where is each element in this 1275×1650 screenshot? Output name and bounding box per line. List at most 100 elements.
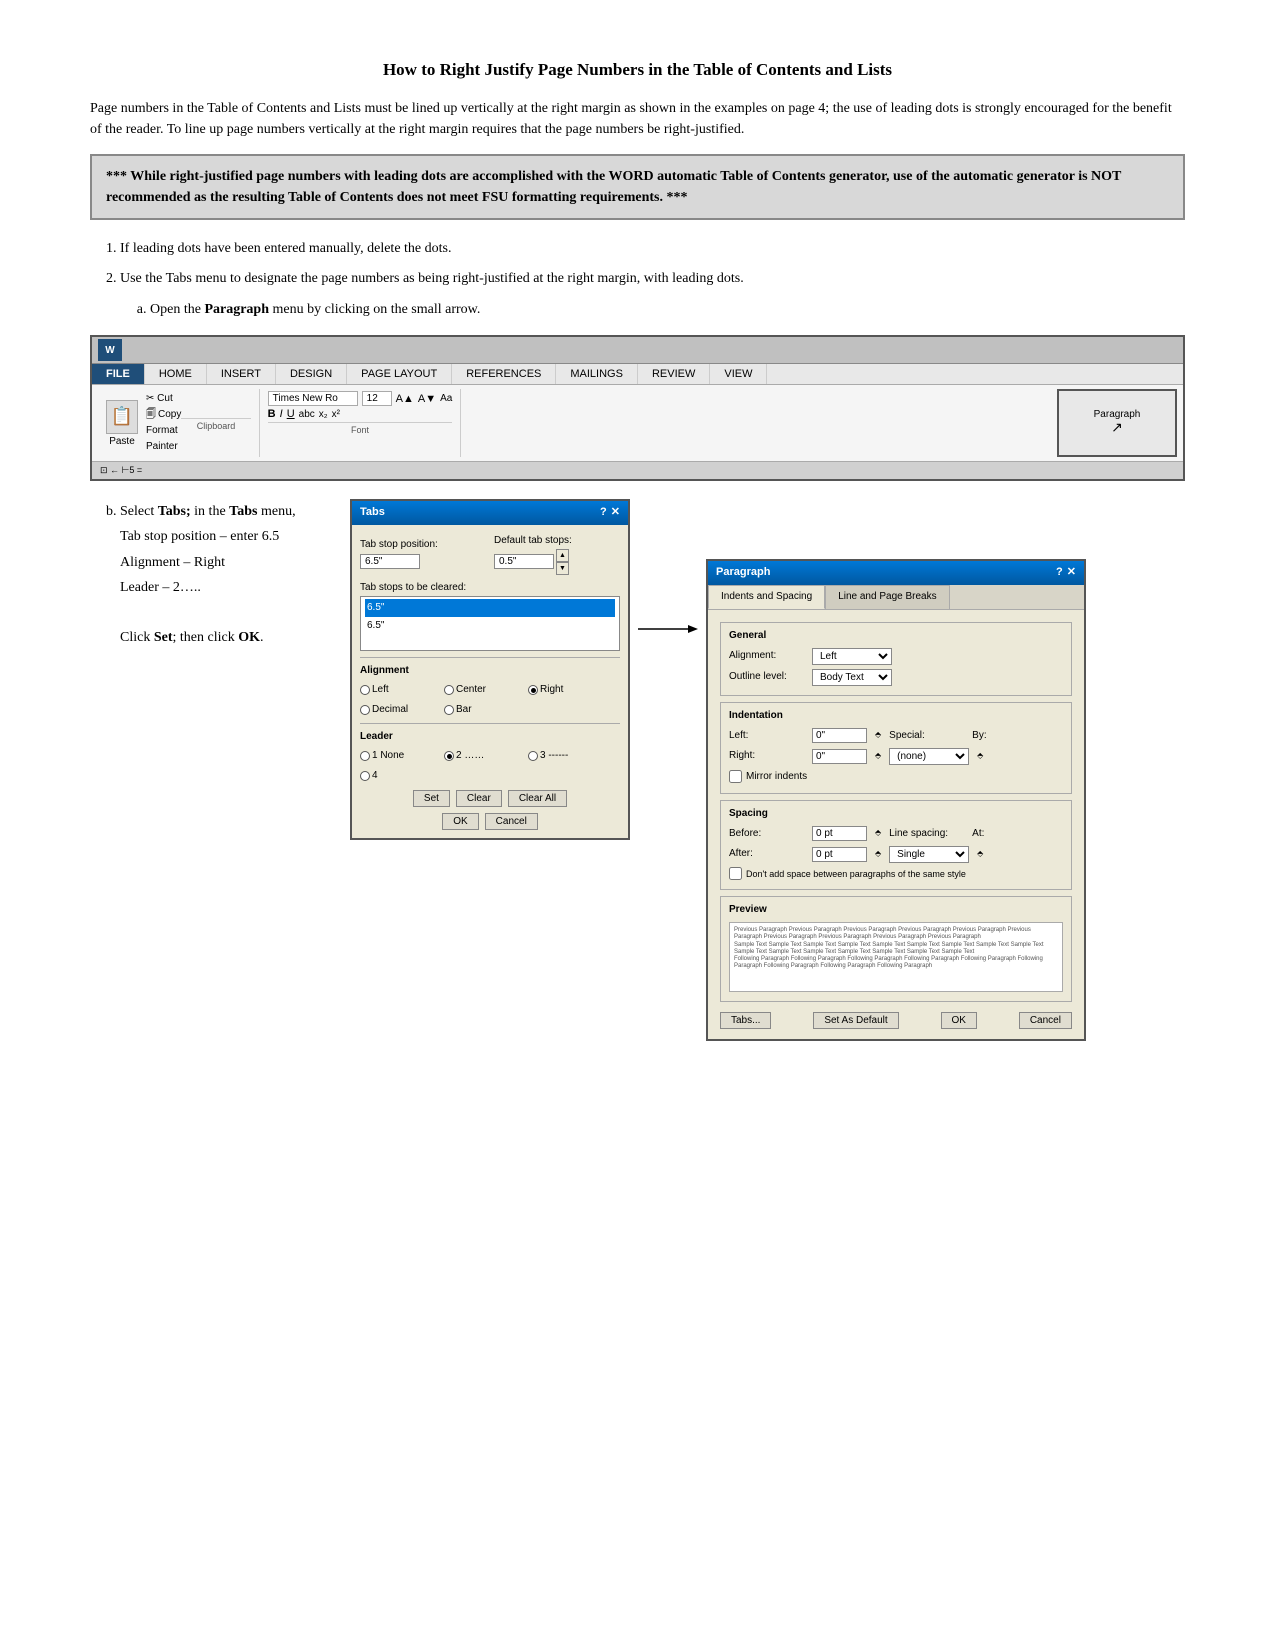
action-line: Click Set; then click OK.: [120, 630, 264, 645]
dialogs-area: Tabs ? ✕ Tab stop position:: [350, 499, 630, 840]
align-bar-radio[interactable]: Bar: [444, 702, 524, 718]
intro-paragraph: Page numbers in the Table of Contents an…: [90, 98, 1185, 140]
preview-label: Preview: [729, 902, 1063, 918]
strikethrough-button[interactable]: abc: [299, 409, 315, 420]
tabs-separator-1: [360, 657, 620, 658]
font-size-input[interactable]: 12: [362, 391, 392, 406]
default-tab-spinner: ▲ ▼: [556, 549, 569, 575]
para-cancel-button[interactable]: Cancel: [1019, 1012, 1072, 1029]
set-button[interactable]: Set: [413, 790, 450, 807]
format-painter-button[interactable]: Format Painter: [146, 423, 181, 455]
left-spinner: ⬘: [875, 729, 881, 742]
tab-design[interactable]: DESIGN: [276, 364, 347, 384]
after-spinner: ⬘: [875, 848, 881, 861]
font-name-row: Times New Ro 12 A▲ A▼ Aa: [268, 391, 453, 406]
align-right-radio[interactable]: Right: [528, 682, 608, 698]
align-left-radio-circle: [360, 685, 370, 695]
tabs-cancel-button[interactable]: Cancel: [485, 813, 538, 830]
outline-level-label: Outline level:: [729, 669, 804, 685]
ribbon-screenshot: W FILE HOME INSERT DESIGN PAGE LAYOUT RE…: [90, 335, 1185, 481]
outline-level-select[interactable]: Body Text: [812, 669, 892, 686]
tab-file[interactable]: FILE: [92, 364, 145, 384]
step-2: Use the Tabs menu to designate the page …: [120, 268, 1185, 290]
step-b-list: Select Tabs; in the Tabs menu, Tab stop …: [120, 499, 1185, 1041]
alignment-select[interactable]: Left: [812, 648, 892, 665]
line-spacing-label: Line spacing:: [889, 826, 964, 842]
superscript-button[interactable]: x²: [332, 409, 340, 420]
align-bar-label: Bar: [456, 702, 472, 718]
para-tab-indents[interactable]: Indents and Spacing: [708, 585, 825, 609]
clear-all-button[interactable]: Clear All: [508, 790, 567, 807]
tab-page-layout[interactable]: PAGE LAYOUT: [347, 364, 452, 384]
tab-list-item-1[interactable]: 6.5": [365, 599, 615, 617]
grow-icon[interactable]: A▲: [396, 393, 414, 405]
by-label: By:: [972, 728, 986, 744]
para-dialog-body: General Alignment: Left Outline level: B…: [708, 610, 1084, 1039]
line-spacing-select[interactable]: Single: [889, 846, 969, 863]
dont-add-space-row: Don't add space between paragraphs of th…: [729, 867, 1063, 881]
tab-list-box[interactable]: 6.5" 6.5": [360, 596, 620, 651]
align-left-radio[interactable]: Left: [360, 682, 440, 698]
leader-3-radio[interactable]: 3 ------: [528, 748, 608, 764]
tabs-separator-2: [360, 723, 620, 724]
clear-button[interactable]: Clear: [456, 790, 502, 807]
para-set-default-button[interactable]: Set As Default: [813, 1012, 898, 1029]
align-center-label: Center: [456, 682, 486, 698]
default-tab-input[interactable]: [494, 554, 554, 569]
underline-button[interactable]: U: [287, 408, 295, 420]
font-group: Times New Ro 12 A▲ A▼ Aa B I U abc x₂ x²…: [260, 389, 462, 457]
outline-level-row: Outline level: Body Text: [729, 669, 1063, 686]
tab-references[interactable]: REFERENCES: [452, 364, 556, 384]
tab-insert[interactable]: INSERT: [207, 364, 276, 384]
shrink-icon[interactable]: A▼: [418, 393, 436, 405]
case-icon[interactable]: Aa: [440, 393, 452, 404]
default-tab-input-row: ▲ ▼: [494, 549, 620, 575]
spinner-up[interactable]: ▲: [556, 549, 569, 562]
para-question-icon[interactable]: ?: [1056, 564, 1063, 582]
dialog-close-icon[interactable]: ✕: [611, 504, 620, 522]
left-indent-row: Left: ⬘ Special: By:: [729, 728, 1063, 744]
tab-mailings[interactable]: MAILINGS: [556, 364, 638, 384]
right-indent-input[interactable]: [812, 749, 867, 764]
paragraph-arrow-icon[interactable]: ↗: [1111, 420, 1123, 437]
leader-2-radio[interactable]: 2 ……: [444, 748, 524, 764]
tab-review[interactable]: REVIEW: [638, 364, 710, 384]
align-decimal-radio[interactable]: Decimal: [360, 702, 440, 718]
leader-4-radio[interactable]: 4: [360, 768, 440, 784]
mirror-indents-checkbox[interactable]: [729, 770, 742, 783]
dont-add-space-checkbox[interactable]: [729, 867, 742, 880]
font-name-input[interactable]: Times New Ro: [268, 391, 358, 406]
before-input[interactable]: [812, 826, 867, 841]
dialog-question-icon[interactable]: ?: [600, 504, 607, 522]
align-center-radio[interactable]: Center: [444, 682, 524, 698]
para-tab-line-breaks[interactable]: Line and Page Breaks: [825, 585, 949, 609]
tab-list-item-2[interactable]: 6.5": [365, 617, 615, 635]
tabs-dialog: Tabs ? ✕ Tab stop position:: [350, 499, 630, 840]
general-label: General: [729, 628, 1063, 644]
tab-home[interactable]: HOME: [145, 364, 207, 384]
default-tab-section: Default tab stops: ▲ ▼: [494, 533, 620, 575]
tabs-ok-button[interactable]: OK: [442, 813, 478, 830]
tab-stop-input[interactable]: [360, 554, 420, 569]
subscript-button[interactable]: x₂: [319, 409, 328, 420]
spacing-section: Spacing Before: ⬘ Line spacing: At: Afte…: [720, 800, 1072, 890]
paste-button[interactable]: 📋 Paste: [106, 400, 138, 447]
para-ok-button[interactable]: OK: [941, 1012, 977, 1029]
italic-button[interactable]: I: [280, 408, 283, 420]
special-select[interactable]: (none): [889, 748, 969, 765]
para-tabs-button[interactable]: Tabs...: [720, 1012, 771, 1029]
sub-steps-list: Open the Paragraph menu by clicking on t…: [150, 299, 1185, 321]
general-section: General Alignment: Left Outline level: B…: [720, 622, 1072, 696]
cut-button[interactable]: ✂ Cut: [146, 391, 181, 407]
leader-1-radio[interactable]: 1 None: [360, 748, 440, 764]
para-close-icon[interactable]: ✕: [1067, 564, 1076, 582]
bold-button[interactable]: B: [268, 408, 276, 420]
after-input[interactable]: [812, 847, 867, 862]
left-indent-input[interactable]: [812, 728, 867, 743]
step-b-text: Select Tabs; in the Tabs menu, Tab stop …: [120, 499, 350, 650]
spinner-down[interactable]: ▼: [556, 562, 569, 575]
copy-button[interactable]: 🗐 Copy: [146, 407, 181, 423]
align-right-radio-circle: [528, 685, 538, 695]
ruler-icon: ⊡ ← ⊢5 =: [100, 465, 142, 476]
tab-view[interactable]: VIEW: [710, 364, 767, 384]
